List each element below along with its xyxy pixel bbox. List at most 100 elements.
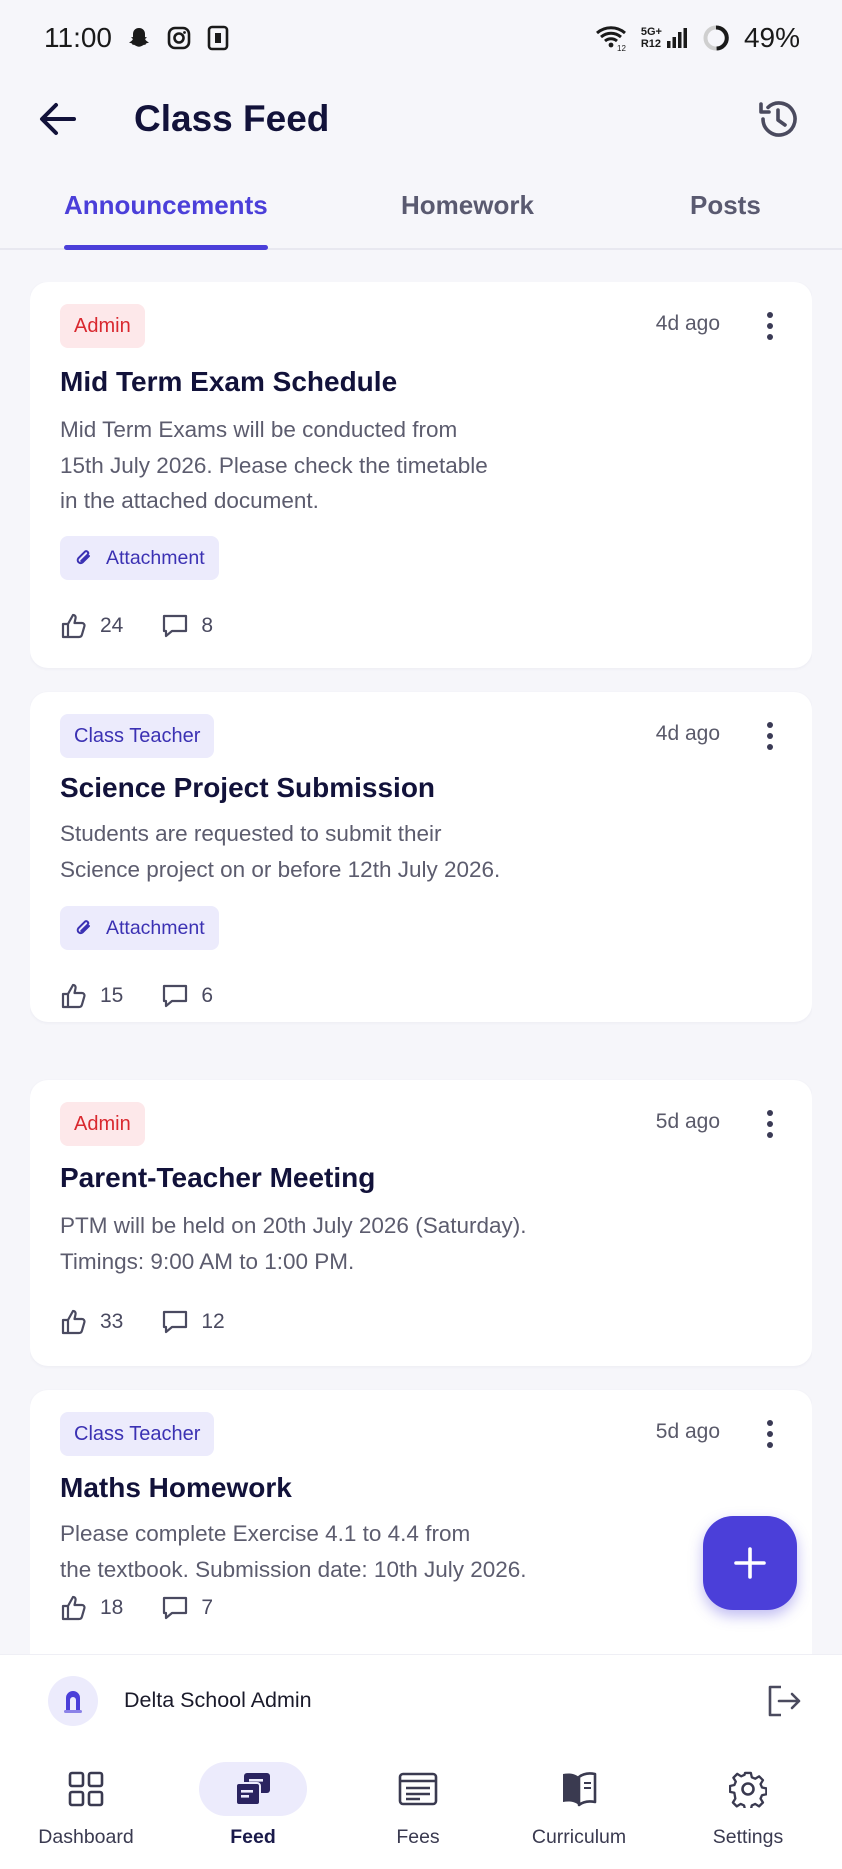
like-button[interactable]: 33: [60, 1308, 123, 1336]
paperclip-icon: [76, 550, 90, 565]
snapchat-icon: [126, 25, 152, 51]
thumbs-up-icon: [61, 983, 86, 1009]
more-options-button[interactable]: [762, 308, 778, 344]
logout-button[interactable]: [762, 1679, 806, 1723]
more-options-button[interactable]: [762, 1416, 778, 1452]
nav-feed[interactable]: Feed: [183, 1762, 323, 1862]
nav-label: Fees: [396, 1826, 440, 1848]
post-body-line: PTM will be held on 20th July 2026 (Satu…: [60, 1213, 527, 1238]
post-title: Mid Term Exam Schedule: [60, 366, 398, 397]
comment-count: 12: [201, 1310, 225, 1333]
network-label: 5G+: [640, 26, 662, 38]
dot: [767, 334, 773, 340]
paperclip-icon: [76, 920, 90, 935]
create-announcement-button[interactable]: [703, 1516, 797, 1610]
attachment-chip[interactable]: Attachment: [60, 536, 219, 580]
like-count: 33: [100, 1310, 124, 1333]
comment-button[interactable]: 8: [161, 612, 213, 640]
logout-icon: [768, 1685, 801, 1716]
comment-icon: [163, 1596, 188, 1620]
post-stats: 18 7: [60, 1594, 213, 1622]
nav-icon-wrap: [199, 1762, 307, 1816]
status-bar: 11:00 12 5G+ R12 49%: [0, 0, 842, 76]
more-options-button[interactable]: [762, 718, 778, 754]
nav-label: Settings: [712, 1826, 784, 1848]
bottom-nav: Dashboard Feed Fees Curriculum Settings: [0, 1746, 842, 1869]
comment-button[interactable]: 7: [161, 1594, 213, 1622]
like-count: 18: [100, 1596, 124, 1619]
announcement-card[interactable]: Admin 5d ago Parent-Teacher Meeting PTM …: [30, 1080, 812, 1366]
book-icon: [563, 1772, 597, 1807]
nav-label: Feed: [230, 1826, 276, 1848]
post-stats: 15 6: [60, 982, 213, 1010]
attachment-chip[interactable]: Attachment: [60, 906, 219, 950]
post-body-line: Timings: 9:00 AM to 1:00 PM.: [60, 1248, 355, 1274]
page-title: Class Feed: [134, 98, 330, 139]
plus-icon: [734, 1547, 766, 1579]
post-body: Students are requested to submit their S…: [60, 816, 620, 887]
avatar: [48, 1675, 98, 1726]
post-time: 4d ago: [655, 312, 720, 335]
dot: [767, 1431, 773, 1437]
post-body-line: Science project on or before 12th July 2…: [60, 856, 501, 882]
post-time: 5d ago: [655, 1420, 720, 1443]
like-button[interactable]: 18: [60, 1594, 123, 1622]
dot: [767, 1442, 773, 1448]
post-stats: 24 8: [60, 612, 213, 640]
nav-fees[interactable]: Fees: [348, 1762, 488, 1862]
like-button[interactable]: 15: [60, 982, 123, 1010]
post-title: Maths Homework: [60, 1472, 292, 1503]
post-body: Mid Term Exams will be conducted from 15…: [60, 412, 620, 519]
account-name: Delta School Admin: [124, 1688, 312, 1712]
nav-curriculum[interactable]: Curriculum: [509, 1762, 649, 1862]
thumbs-up-icon: [61, 1595, 86, 1621]
nav-icon-wrap: [32, 1762, 140, 1816]
post-body-line: Students are requested to submit their: [60, 821, 442, 846]
nav-icon-wrap: [694, 1762, 802, 1816]
post-title: Parent-Teacher Meeting: [60, 1162, 376, 1193]
battery-ring-icon: [702, 24, 730, 52]
status-left: 11:00: [44, 22, 230, 54]
announcement-card[interactable]: Admin 4d ago Mid Term Exam Schedule Mid …: [30, 282, 812, 668]
battery-percent: 49%: [743, 22, 800, 53]
author-badge: Admin: [60, 304, 145, 348]
svg-text:12: 12: [617, 44, 626, 52]
dot: [767, 733, 773, 739]
history-icon: [759, 101, 797, 137]
comment-button[interactable]: 12: [161, 1308, 225, 1336]
announcement-card[interactable]: Class Teacher 5d ago Maths Homework Plea…: [30, 1390, 812, 1654]
arrow-left-icon: [40, 103, 76, 135]
comment-icon: [163, 614, 188, 638]
post-time: 5d ago: [655, 1110, 720, 1133]
tab-posts[interactable]: Posts: [690, 190, 761, 248]
more-options-button[interactable]: [762, 1106, 778, 1142]
instagram-icon: [166, 25, 192, 51]
dot: [767, 1420, 773, 1426]
school-logo-icon: [64, 1690, 82, 1713]
nav-dashboard[interactable]: Dashboard: [16, 1762, 156, 1862]
author-badge: Class Teacher: [60, 1412, 215, 1456]
back-button[interactable]: [38, 99, 78, 139]
signal-icon: [666, 27, 688, 49]
network-type: 5G+ R12: [641, 26, 662, 50]
tab-homework[interactable]: Homework: [401, 190, 534, 248]
author-badge: Class Teacher: [60, 714, 215, 758]
like-button[interactable]: 24: [60, 612, 123, 640]
network-sub: R12: [640, 38, 662, 50]
tab-announcements[interactable]: Announcements: [64, 190, 268, 250]
history-button[interactable]: [754, 95, 802, 143]
comment-button[interactable]: 6: [161, 982, 213, 1010]
feed-icon: [235, 1773, 270, 1806]
post-body-line: Please complete Exercise 4.1 to 4.4 from: [60, 1521, 471, 1546]
announcement-card[interactable]: Class Teacher 4d ago Science Project Sub…: [30, 692, 812, 1022]
status-right: 12 5G+ R12 49%: [595, 22, 800, 54]
thumbs-up-icon: [61, 613, 86, 639]
dot: [767, 312, 773, 318]
nav-settings[interactable]: Settings: [678, 1762, 818, 1862]
receipt-icon: [398, 1772, 438, 1806]
comment-count: 6: [201, 984, 214, 1007]
attachment-label: Attachment: [106, 546, 205, 569]
attachment-label: Attachment: [106, 916, 205, 939]
author-badge: Admin: [60, 1102, 145, 1146]
thumbs-up-icon: [61, 1309, 86, 1335]
